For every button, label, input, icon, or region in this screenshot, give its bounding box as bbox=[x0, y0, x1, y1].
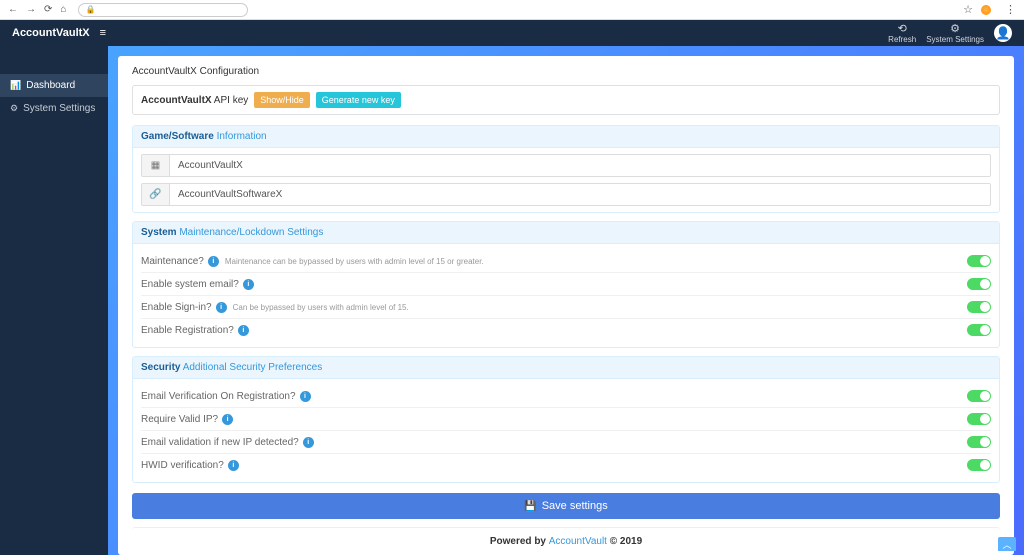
setting-row: Email validation if new IP detected?i bbox=[141, 431, 991, 454]
generate-key-button[interactable]: Generate new key bbox=[316, 92, 401, 108]
setting-row: Enable system email?i bbox=[141, 273, 991, 296]
software-name-input[interactable] bbox=[169, 183, 991, 206]
toggle-switch[interactable] bbox=[967, 459, 991, 471]
info-icon[interactable]: i bbox=[243, 279, 254, 290]
refresh-action[interactable]: ⟲ Refresh bbox=[888, 22, 916, 44]
save-label: Save settings bbox=[542, 500, 608, 512]
panel-head: Game/Software Information bbox=[133, 126, 999, 148]
footer-post: © 2019 bbox=[607, 536, 642, 547]
avatar[interactable]: 👤 bbox=[994, 24, 1012, 42]
sliders-icon: ⚙ bbox=[950, 22, 960, 35]
info-icon[interactable]: i bbox=[216, 302, 227, 313]
setting-label: Require Valid IP?i bbox=[141, 414, 233, 425]
setting-label: Enable Sign-in?iCan be bypassed by users… bbox=[141, 302, 409, 313]
showhide-button[interactable]: Show/Hide bbox=[254, 92, 310, 108]
info-icon[interactable]: i bbox=[222, 414, 233, 425]
sidebar-item-label: Dashboard bbox=[26, 80, 75, 91]
refresh-label: Refresh bbox=[888, 35, 916, 44]
card-title: AccountVaultX Configuration bbox=[132, 66, 1000, 77]
sidebar-item-label: System Settings bbox=[23, 103, 95, 114]
info-icon[interactable]: i bbox=[303, 437, 314, 448]
forward-button[interactable]: → bbox=[26, 4, 36, 15]
extension-icon[interactable] bbox=[981, 5, 991, 15]
apikey-row: AccountVaultX API key Show/Hide Generate… bbox=[132, 85, 1000, 115]
settings-label: System Settings bbox=[926, 35, 984, 44]
main-panel: AccountVaultX Configuration AccountVault… bbox=[108, 46, 1024, 555]
sidebar: 📊 Dashboard ⚙ System Settings bbox=[0, 46, 108, 555]
scroll-top-button[interactable]: ︿ bbox=[998, 537, 1016, 551]
footer-link[interactable]: AccountVault bbox=[549, 536, 607, 547]
panel-game-software: Game/Software Information ▦ 🔗 bbox=[132, 125, 1000, 213]
setting-row: Maintenance?iMaintenance can be bypassed… bbox=[141, 250, 991, 273]
app-topbar: AccountVaultX ≡ ⟲ Refresh ⚙ System Setti… bbox=[0, 20, 1024, 46]
system-settings-action[interactable]: ⚙ System Settings bbox=[926, 22, 984, 44]
save-settings-button[interactable]: 💾 Save settings bbox=[132, 493, 1000, 519]
toggle-switch[interactable] bbox=[967, 278, 991, 290]
game-name-input[interactable] bbox=[169, 154, 991, 177]
bookmark-star-icon[interactable]: ☆ bbox=[963, 3, 973, 16]
info-icon[interactable]: i bbox=[238, 325, 249, 336]
back-button[interactable]: ← bbox=[8, 4, 18, 15]
browser-chrome: ← → ⟳ ⌂ 🔒 ☆ ⋮ bbox=[0, 0, 1024, 20]
sidebar-toggle-icon[interactable]: ≡ bbox=[100, 27, 106, 39]
setting-label: Maintenance?iMaintenance can be bypassed… bbox=[141, 256, 484, 267]
setting-row: Email Verification On Registration?i bbox=[141, 385, 991, 408]
panel-head: System Maintenance/Lockdown Settings bbox=[133, 222, 999, 244]
gears-icon: ⚙ bbox=[10, 103, 18, 114]
panel-system: System Maintenance/Lockdown Settings Mai… bbox=[132, 221, 1000, 348]
apikey-rest: API key bbox=[212, 95, 249, 106]
save-icon: 💾 bbox=[524, 501, 536, 512]
info-icon[interactable]: i bbox=[208, 256, 219, 267]
setting-label: Enable Registration?i bbox=[141, 325, 249, 336]
toggle-switch[interactable] bbox=[967, 255, 991, 267]
setting-label: HWID verification?i bbox=[141, 460, 239, 471]
link-icon: 🔗 bbox=[141, 183, 169, 206]
config-card: AccountVaultX Configuration AccountVault… bbox=[118, 56, 1014, 555]
setting-label: Email Verification On Registration?i bbox=[141, 391, 311, 402]
building-icon: ▦ bbox=[141, 154, 169, 177]
sidebar-item-system-settings[interactable]: ⚙ System Settings bbox=[0, 97, 108, 120]
url-bar[interactable]: 🔒 bbox=[78, 3, 248, 17]
browser-menu-icon[interactable]: ⋮ bbox=[1005, 3, 1016, 16]
footer-pre: Powered by bbox=[490, 536, 549, 547]
sidebar-item-dashboard[interactable]: 📊 Dashboard bbox=[0, 74, 108, 97]
brand: AccountVaultX bbox=[12, 27, 90, 39]
toggle-switch[interactable] bbox=[967, 324, 991, 336]
reload-button[interactable]: ⟳ bbox=[44, 4, 52, 15]
hint-text: Maintenance can be bypassed by users wit… bbox=[225, 257, 484, 266]
setting-row: Enable Sign-in?iCan be bypassed by users… bbox=[141, 296, 991, 319]
setting-row: HWID verification?i bbox=[141, 454, 991, 476]
toggle-switch[interactable] bbox=[967, 301, 991, 313]
home-button[interactable]: ⌂ bbox=[60, 4, 66, 15]
panel-security: Security Additional Security Preferences… bbox=[132, 356, 1000, 483]
dashboard-icon: 📊 bbox=[10, 80, 21, 91]
apikey-bold: AccountVaultX bbox=[141, 95, 212, 106]
info-icon[interactable]: i bbox=[228, 460, 239, 471]
panel-head: Security Additional Security Preferences bbox=[133, 357, 999, 379]
setting-row: Require Valid IP?i bbox=[141, 408, 991, 431]
toggle-switch[interactable] bbox=[967, 436, 991, 448]
info-icon[interactable]: i bbox=[300, 391, 311, 402]
setting-label: Enable system email?i bbox=[141, 279, 254, 290]
setting-label: Email validation if new IP detected?i bbox=[141, 437, 314, 448]
refresh-icon: ⟲ bbox=[898, 22, 907, 35]
lock-icon: 🔒 bbox=[85, 5, 95, 14]
toggle-switch[interactable] bbox=[967, 390, 991, 402]
footer: Powered by AccountVault © 2019 bbox=[132, 527, 1000, 555]
hint-text: Can be bypassed by users with admin leve… bbox=[233, 303, 409, 312]
setting-row: Enable Registration?i bbox=[141, 319, 991, 341]
toggle-switch[interactable] bbox=[967, 413, 991, 425]
